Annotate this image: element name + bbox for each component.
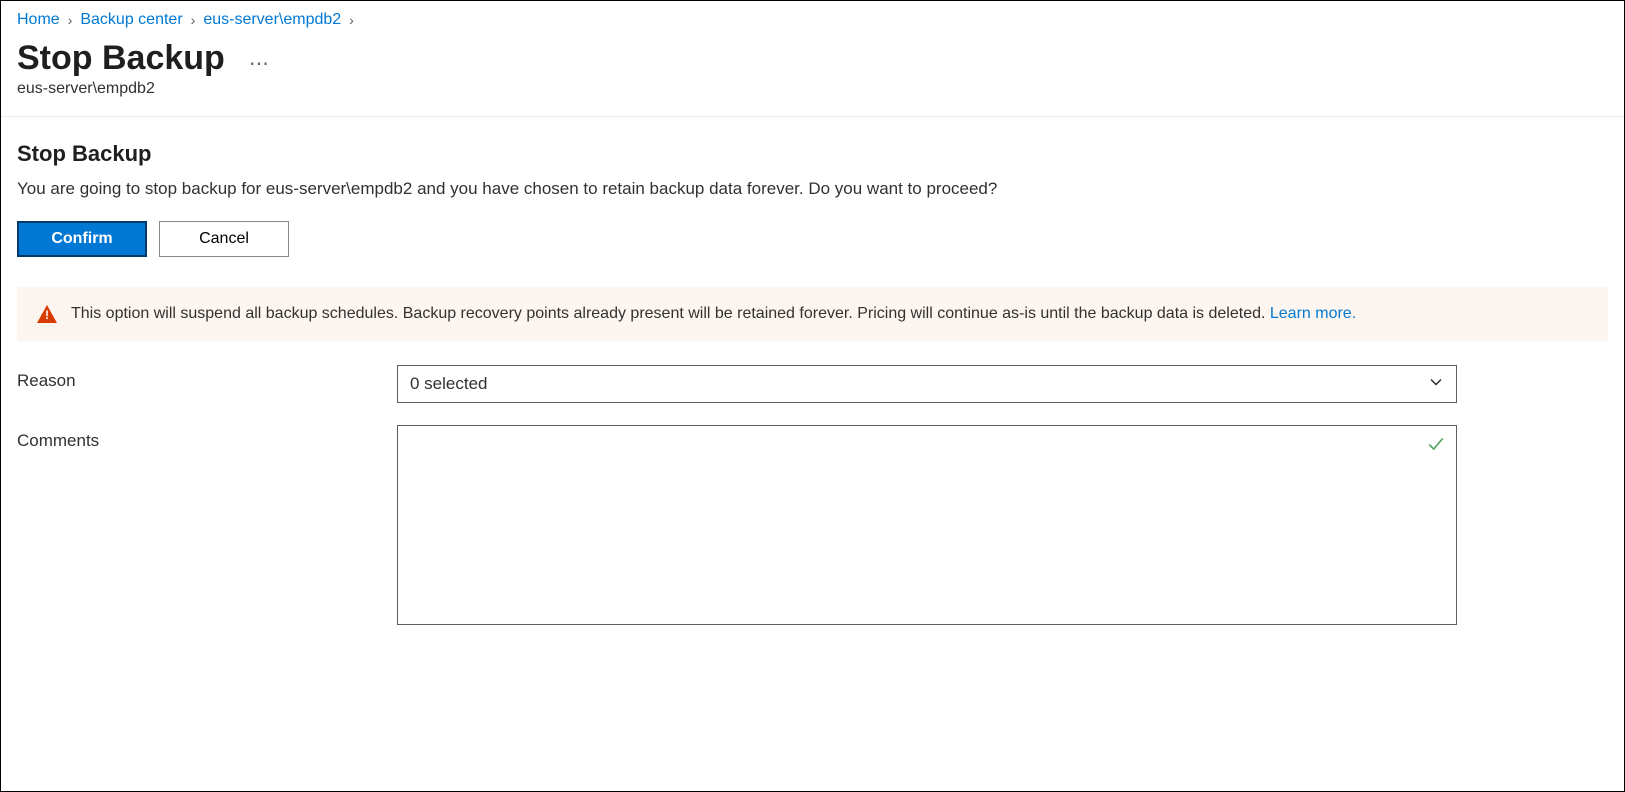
banner-text: This option will suspend all backup sche…	[71, 305, 1270, 322]
confirm-button[interactable]: Confirm	[17, 221, 147, 257]
breadcrumb-resource[interactable]: eus-server\empdb2	[203, 11, 341, 29]
banner-text-wrap: This option will suspend all backup sche…	[71, 305, 1356, 323]
info-banner: This option will suspend all backup sche…	[17, 287, 1608, 341]
cancel-button[interactable]: Cancel	[159, 221, 289, 257]
confirmation-prompt: You are going to stop backup for eus-ser…	[17, 179, 1608, 199]
check-icon	[1427, 435, 1445, 456]
comments-label: Comments	[17, 425, 397, 451]
page-title: Stop Backup	[17, 39, 225, 78]
form-row-reason: Reason 0 selected	[17, 365, 1608, 403]
comments-textarea[interactable]	[397, 425, 1457, 625]
warning-icon	[37, 305, 57, 323]
breadcrumb-backup-center[interactable]: Backup center	[80, 11, 182, 29]
chevron-down-icon	[1428, 374, 1444, 395]
learn-more-link[interactable]: Learn more.	[1270, 305, 1356, 322]
breadcrumb: Home › Backup center › eus-server\empdb2…	[1, 1, 1624, 35]
breadcrumb-home[interactable]: Home	[17, 11, 60, 29]
form-row-comments: Comments	[17, 425, 1608, 628]
page-subtitle: eus-server\empdb2	[17, 80, 1608, 98]
chevron-right-icon: ›	[191, 12, 196, 28]
chevron-right-icon: ›	[68, 12, 73, 28]
reason-dropdown[interactable]: 0 selected	[397, 365, 1457, 403]
section-title: Stop Backup	[17, 141, 1608, 167]
reason-label: Reason	[17, 365, 397, 391]
more-actions-button[interactable]: ⋯	[249, 41, 270, 76]
page-header: Stop Backup ⋯ eus-server\empdb2	[1, 35, 1624, 116]
chevron-right-icon: ›	[349, 12, 354, 28]
button-row: Confirm Cancel	[17, 221, 1608, 257]
reason-dropdown-value: 0 selected	[410, 374, 488, 394]
